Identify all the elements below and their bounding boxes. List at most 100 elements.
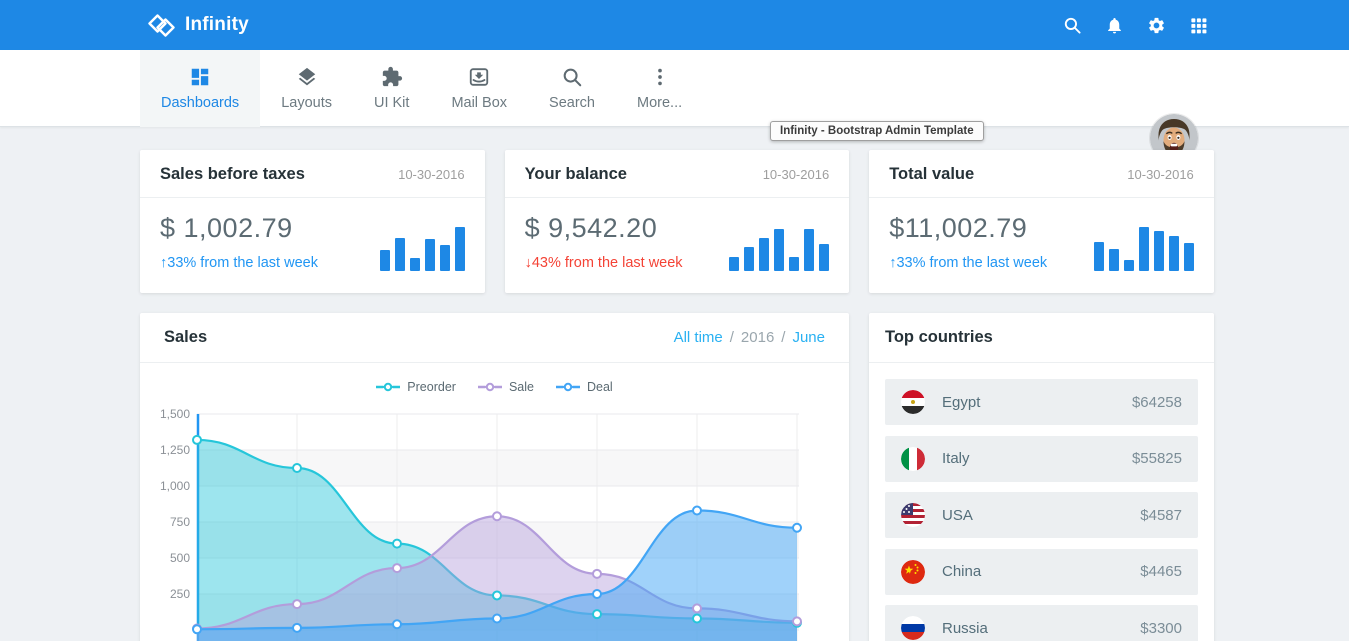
browser-tooltip: Infinity - Bootstrap Admin Template xyxy=(770,121,984,141)
y-axis-tick: 1,000 xyxy=(146,479,190,493)
sales-panel-header: Sales All time / 2016 / June xyxy=(140,313,849,363)
stat-card-your-balance: Your balance 10-30-2016 $ 9,542.20 ↓43% … xyxy=(505,150,850,293)
brand-name: Infinity xyxy=(185,14,249,36)
country-value: $55825 xyxy=(1132,450,1182,467)
stat-card-header: Sales before taxes 10-30-2016 xyxy=(160,165,465,184)
country-value: $4587 xyxy=(1140,507,1182,524)
country-name: USA xyxy=(942,507,973,524)
legend-marker-icon xyxy=(556,382,580,392)
tab-ui-kit[interactable]: UI Kit xyxy=(353,50,430,127)
tab-label: Search xyxy=(549,95,595,111)
legend-item-sale[interactable]: Sale xyxy=(478,380,534,394)
country-value: $3300 xyxy=(1140,620,1182,637)
sales-line-chart: 1,5001,2501,000750500250 xyxy=(197,414,849,641)
country-row-russia[interactable]: Russia $3300 xyxy=(885,605,1198,641)
country-name: China xyxy=(942,563,981,580)
country-list: Egypt $64258 Italy $55825 USA $4587 Chin… xyxy=(869,363,1214,641)
content: Sales before taxes 10-30-2016 $ 1,002.79… xyxy=(140,150,1214,641)
legend-label: Preorder xyxy=(407,380,456,394)
infinity-logo-icon xyxy=(148,12,175,39)
divider xyxy=(505,197,850,198)
top-navbar: Infinity xyxy=(0,0,1349,50)
puzzle-icon xyxy=(381,66,403,88)
sales-panel-title: Sales xyxy=(164,328,207,347)
filter-separator: / xyxy=(730,329,734,346)
stat-card-header: Your balance 10-30-2016 xyxy=(525,165,830,184)
stat-card-sales-before-taxes: Sales before taxes 10-30-2016 $ 1,002.79… xyxy=(140,150,485,293)
second-row: Sales All time / 2016 / June Preorder Sale Dea… xyxy=(140,313,1214,641)
bell-icon[interactable] xyxy=(1105,16,1124,35)
tab-label: Mail Box xyxy=(451,95,507,111)
usa-flag-icon xyxy=(901,503,925,527)
time-filters: All time / 2016 / June xyxy=(674,329,825,346)
dashboard-icon xyxy=(189,66,211,88)
country-name: Italy xyxy=(942,450,970,467)
sales-filter-2016[interactable]: 2016 xyxy=(741,329,774,346)
y-axis-tick: 250 xyxy=(146,587,190,601)
country-name: Egypt xyxy=(942,394,980,411)
mini-bar-chart xyxy=(1094,227,1194,271)
country-value: $64258 xyxy=(1132,394,1182,411)
divider xyxy=(140,197,485,198)
legend-marker-icon xyxy=(376,382,400,392)
legend-item-preorder[interactable]: Preorder xyxy=(376,380,456,394)
china-flag-icon xyxy=(901,560,925,584)
stat-card-header: Total value 10-30-2016 xyxy=(889,165,1194,184)
stat-card-title: Your balance xyxy=(525,165,627,184)
tab-more[interactable]: More... xyxy=(616,50,703,127)
y-axis-tick: 1,500 xyxy=(146,407,190,421)
country-row-china[interactable]: China $4465 xyxy=(885,549,1198,595)
layers-icon xyxy=(296,66,318,88)
stat-card-date: 10-30-2016 xyxy=(1127,167,1194,182)
mini-bar-chart xyxy=(380,227,465,271)
countries-panel-header: Top countries xyxy=(869,313,1214,363)
italy-flag-icon xyxy=(901,447,925,471)
sales-chart-panel: Sales All time / 2016 / June Preorder Sale Dea… xyxy=(140,313,849,641)
stat-card-total-value: Total value 10-30-2016 $11,002.79 ↑33% f… xyxy=(869,150,1214,293)
y-axis-tick: 1,250 xyxy=(146,443,190,457)
legend-label: Deal xyxy=(587,380,613,394)
top-countries-panel: Top countries Egypt $64258 Italy $55825 … xyxy=(869,313,1214,641)
country-value: $4465 xyxy=(1140,563,1182,580)
country-row-italy[interactable]: Italy $55825 xyxy=(885,436,1198,482)
stat-card-title: Total value xyxy=(889,165,974,184)
tabs: Dashboards Layouts UI Kit Mail Box xyxy=(140,50,703,126)
navbar-actions xyxy=(1063,16,1208,35)
russia-flag-icon xyxy=(901,616,925,640)
tab-search[interactable]: Search xyxy=(528,50,616,127)
chart-legend: Preorder Sale Deal xyxy=(140,380,849,394)
tab-mail-box[interactable]: Mail Box xyxy=(430,50,528,127)
tab-dashboards[interactable]: Dashboards xyxy=(140,50,260,127)
legend-item-deal[interactable]: Deal xyxy=(556,380,613,394)
tab-layouts[interactable]: Layouts xyxy=(260,50,353,127)
stat-card-date: 10-30-2016 xyxy=(763,167,830,182)
country-row-usa[interactable]: USA $4587 xyxy=(885,492,1198,538)
legend-marker-icon xyxy=(478,382,502,392)
filter-separator: / xyxy=(781,329,785,346)
tab-label: More... xyxy=(637,95,682,111)
mini-bar-chart xyxy=(729,227,829,271)
search-icon xyxy=(561,66,583,88)
brand[interactable]: Infinity xyxy=(148,12,249,39)
stat-card-title: Sales before taxes xyxy=(160,165,305,184)
mailbox-icon xyxy=(468,66,490,88)
legend-label: Sale xyxy=(509,380,534,394)
stat-cards-row: Sales before taxes 10-30-2016 $ 1,002.79… xyxy=(140,150,1214,293)
tab-label: UI Kit xyxy=(374,95,409,111)
more-vertical-icon xyxy=(649,66,671,88)
egypt-flag-icon xyxy=(901,390,925,414)
country-row-egypt[interactable]: Egypt $64258 xyxy=(885,379,1198,425)
apps-grid-icon[interactable] xyxy=(1189,16,1208,35)
gear-icon[interactable] xyxy=(1147,16,1166,35)
y-axis-tick: 750 xyxy=(146,515,190,529)
y-axis-tick: 500 xyxy=(146,551,190,565)
country-name: Russia xyxy=(942,620,988,637)
divider xyxy=(869,197,1214,198)
sales-filter-june[interactable]: June xyxy=(792,329,825,346)
tab-label: Layouts xyxy=(281,95,332,111)
countries-panel-title: Top countries xyxy=(885,328,993,347)
sales-filter-all-time[interactable]: All time xyxy=(674,329,723,346)
tab-label: Dashboards xyxy=(161,95,239,111)
search-icon[interactable] xyxy=(1063,16,1082,35)
main-menu: Dashboards Layouts UI Kit Mail Box xyxy=(0,50,1349,127)
